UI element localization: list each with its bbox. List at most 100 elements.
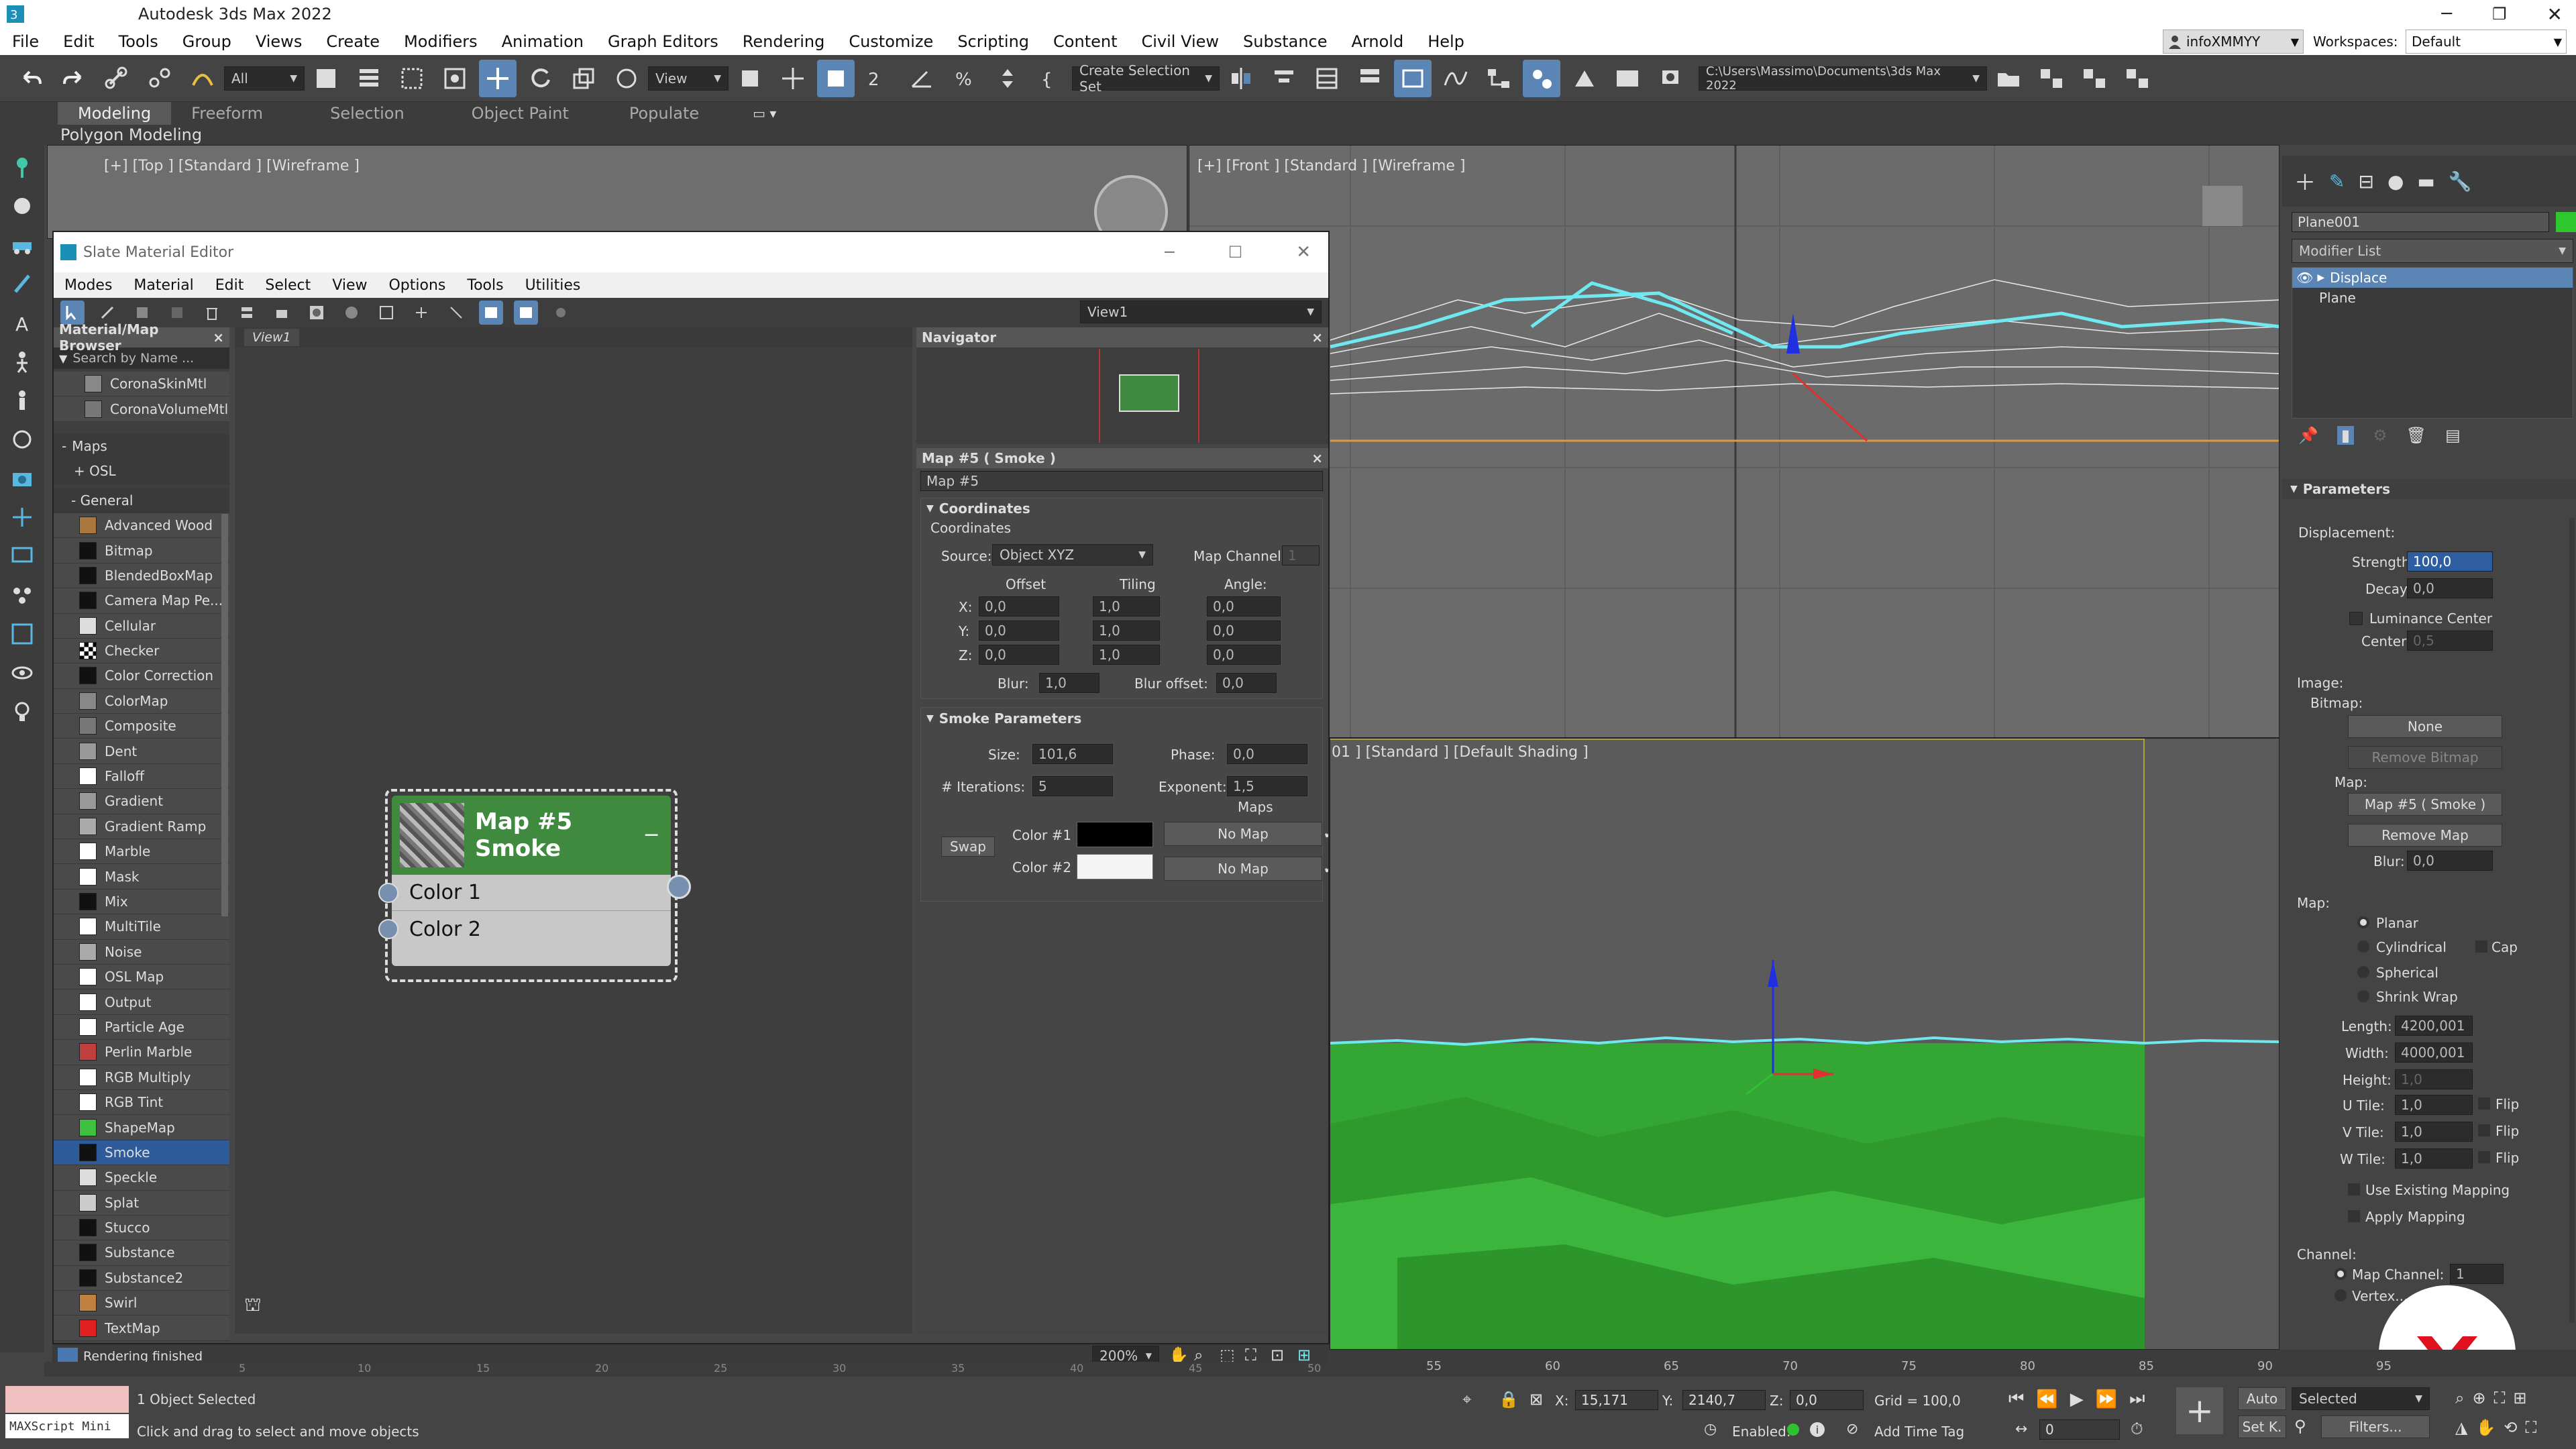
- node-slot-color-1[interactable]: Color 1: [378, 875, 671, 911]
- sme-title-bar[interactable]: Slate Material Editor ─ ☐ ✕: [54, 232, 1328, 272]
- menu-arnold[interactable]: Arnold: [1340, 32, 1416, 51]
- sme-minimize-button[interactable]: ─: [1165, 243, 1174, 262]
- viewport-icon[interactable]: [5, 617, 39, 651]
- curve-editor-icon[interactable]: [1437, 60, 1474, 97]
- hierarchy-tab-icon[interactable]: ⊟: [2358, 170, 2373, 193]
- map-name-field[interactable]: Map #5: [920, 471, 1323, 491]
- sme-select-by-material-icon[interactable]: [549, 301, 573, 325]
- object-name-field[interactable]: Plane001: [2292, 212, 2549, 232]
- u-tile-field[interactable]: 1,0: [2395, 1095, 2473, 1115]
- sme-close-button[interactable]: ✕: [1296, 242, 1311, 262]
- light-icon[interactable]: [5, 695, 39, 729]
- utilities-tab-icon[interactable]: 🔧: [2449, 170, 2472, 193]
- set-key-big-icon[interactable]: +: [2176, 1387, 2223, 1434]
- go-to-start-icon[interactable]: ⏮: [2008, 1389, 2024, 1409]
- map-channel-radio[interactable]: [2334, 1268, 2347, 1280]
- browser-map-item[interactable]: RGB Tint: [54, 1089, 229, 1116]
- toggle-ribbon-icon[interactable]: [1394, 59, 1432, 97]
- browser-map-item[interactable]: Substance: [54, 1240, 229, 1266]
- viewcube-front-icon[interactable]: [2202, 186, 2243, 226]
- browser-map-item[interactable]: RGB Multiply: [54, 1065, 229, 1090]
- browser-map-item[interactable]: Noise: [54, 939, 229, 965]
- browser-map-item[interactable]: Composite: [54, 714, 229, 739]
- pin-stack-icon[interactable]: 📌: [2298, 426, 2318, 445]
- rollout-collapse-icon[interactable]: ▼: [926, 713, 934, 724]
- color1-map-button[interactable]: No Map: [1164, 822, 1322, 846]
- browser-map-item[interactable]: Perlin Marble: [54, 1040, 229, 1065]
- menu-views[interactable]: Views: [244, 32, 314, 51]
- rollout-collapse-icon[interactable]: ▼: [926, 503, 934, 514]
- strength-field[interactable]: 100,0: [2407, 551, 2493, 572]
- sme-menu-edit[interactable]: Edit: [205, 277, 255, 294]
- browser-map-item[interactable]: Splat: [54, 1190, 229, 1216]
- offset-z-field[interactable]: 0,0: [979, 645, 1059, 665]
- zoom-all-icon[interactable]: ⊕: [2472, 1389, 2485, 1407]
- render-production-icon[interactable]: [1652, 60, 1689, 97]
- v-flip-checkbox[interactable]: [2478, 1124, 2490, 1136]
- swap-button[interactable]: Swap: [941, 837, 995, 857]
- viewport-front-label[interactable]: [+] [Front ] [Standard ] [Wireframe ]: [1197, 158, 1466, 174]
- parameters-rollout-title[interactable]: Parameters: [2303, 481, 2390, 497]
- shrink-wrap-radio[interactable]: [2357, 990, 2369, 1002]
- browser-map-item[interactable]: Smoke: [54, 1140, 229, 1166]
- map-channel-field[interactable]: 1: [2450, 1264, 2504, 1284]
- scene-explorer-icon[interactable]: [1308, 60, 1346, 97]
- modifier-list-dropdown[interactable]: Modifier List ▼: [2292, 239, 2573, 263]
- color1-swatch[interactable]: [1077, 822, 1153, 847]
- person-icon[interactable]: [5, 384, 39, 417]
- luminance-center-checkbox[interactable]: [2349, 612, 2363, 625]
- ribbon-tab-populate[interactable]: Populate: [589, 102, 719, 125]
- menu-file[interactable]: File: [0, 32, 51, 51]
- viewport-front[interactable]: [+] [Front ] [Standard ] [Wireframe ]: [1189, 145, 2279, 738]
- browser-map-item[interactable]: Checker: [54, 638, 229, 664]
- sme-maximize-button[interactable]: ☐: [1228, 243, 1243, 262]
- layer-explorer-icon[interactable]: [1351, 60, 1389, 97]
- mirror-icon[interactable]: [1222, 60, 1260, 97]
- browser-map-item[interactable]: Swirl: [54, 1291, 229, 1316]
- browser-map-item[interactable]: Camera Map Pe...: [54, 588, 229, 614]
- rollout-collapse-icon[interactable]: ▼: [2290, 484, 2298, 494]
- create-tab-icon[interactable]: ＋: [2294, 166, 2316, 197]
- undo-button[interactable]: [12, 60, 50, 97]
- angle-z-field[interactable]: 0,0: [1207, 645, 1281, 665]
- selection-filter-dropdown[interactable]: All ▼: [224, 66, 305, 91]
- layout-three-icon[interactable]: [2118, 60, 2156, 97]
- offset-x-field[interactable]: 0,0: [979, 596, 1059, 616]
- rollout-title[interactable]: Smoke Parameters: [939, 710, 1082, 727]
- zoom-extents-all-icon[interactable]: ⊞: [2513, 1389, 2526, 1407]
- zoom-icon[interactable]: ⌕: [2455, 1389, 2464, 1407]
- browser-map-item[interactable]: ShapeMap: [54, 1115, 229, 1140]
- absolute-mode-icon[interactable]: ⊠: [1529, 1390, 1543, 1409]
- go-to-end-icon[interactable]: ⏭: [2129, 1389, 2145, 1409]
- sme-parameter-editor-icon[interactable]: [514, 301, 538, 325]
- z-coord-field[interactable]: 0,0: [1790, 1390, 1864, 1410]
- sphere-icon[interactable]: [5, 189, 39, 223]
- ribbon-options-icon[interactable]: ▭ ▾: [753, 105, 776, 121]
- info-icon[interactable]: i: [1810, 1422, 1825, 1437]
- source-dropdown[interactable]: Object XYZ ▼: [992, 544, 1153, 566]
- browser-map-item[interactable]: Substance2: [54, 1265, 229, 1291]
- menu-create[interactable]: Create: [314, 32, 392, 51]
- snap-toggle-icon[interactable]: 2: [860, 60, 898, 97]
- cap-checkbox[interactable]: [2475, 941, 2487, 953]
- timeline[interactable]: 55 60 65 70 75 80 85 90 95: [1328, 1350, 2576, 1377]
- spherical-radio[interactable]: [2357, 966, 2369, 978]
- blur-field[interactable]: 1,0: [1039, 673, 1099, 693]
- stack-item-plane[interactable]: Plane: [2292, 288, 2573, 308]
- group-icon[interactable]: [5, 578, 39, 612]
- move-gizmo-icon[interactable]: [5, 500, 39, 534]
- browser-map-item[interactable]: MultiTile: [54, 914, 229, 940]
- remove-modifier-icon[interactable]: 🗑: [2406, 426, 2426, 445]
- unlink-icon[interactable]: [141, 60, 178, 97]
- selection-lock-icon[interactable]: 🔒: [1499, 1390, 1519, 1409]
- key-filter-dropdown[interactable]: Selected ▼: [2292, 1387, 2430, 1410]
- sme-menu-modes[interactable]: Modes: [54, 277, 123, 294]
- time-tag-icon[interactable]: ◷: [1704, 1421, 1717, 1438]
- viewcube-icon[interactable]: [1094, 175, 1168, 238]
- select-object-icon[interactable]: [307, 60, 345, 97]
- menu-scripting[interactable]: Scripting: [945, 32, 1041, 51]
- car-icon[interactable]: [5, 228, 39, 262]
- exponent-field[interactable]: 1,5: [1227, 776, 1307, 796]
- menu-modifiers[interactable]: Modifiers: [392, 32, 490, 51]
- text-icon[interactable]: A: [5, 306, 39, 339]
